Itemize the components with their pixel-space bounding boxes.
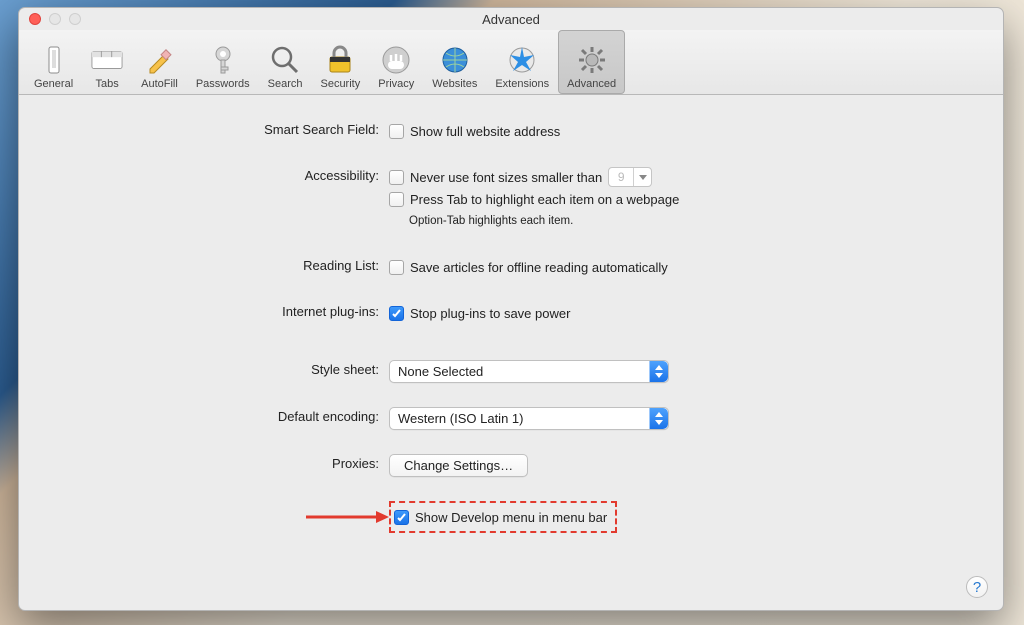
tab-advanced[interactable]: Advanced xyxy=(558,30,625,94)
label-plugins: Internet plug-ins: xyxy=(39,302,389,319)
tab-label: Security xyxy=(320,78,360,90)
min-font-stepper[interactable]: 9 xyxy=(608,167,652,187)
tab-autofill[interactable]: AutoFill xyxy=(132,30,187,94)
tab-label: Passwords xyxy=(196,78,250,90)
tab-general[interactable]: General xyxy=(25,30,82,94)
content: Smart Search Field: Show full website ad… xyxy=(19,95,1003,533)
titlebar: Advanced xyxy=(19,8,1003,30)
tab-extensions[interactable]: Extensions xyxy=(486,30,558,94)
annotation-arrow-icon xyxy=(301,509,391,525)
tab-privacy[interactable]: Privacy xyxy=(369,30,423,94)
label-proxies: Proxies: xyxy=(39,454,389,471)
label-stop-plugins: Stop plug-ins to save power xyxy=(410,306,570,321)
chevron-down-icon[interactable] xyxy=(633,168,651,186)
tabs-icon xyxy=(91,44,123,76)
label-min-font: Never use font sizes smaller than xyxy=(410,170,602,185)
note-option-tab: Option-Tab highlights each item. xyxy=(409,210,679,232)
tab-label: AutoFill xyxy=(141,78,178,90)
search-icon xyxy=(269,44,301,76)
checkbox-press-tab[interactable] xyxy=(389,192,404,207)
label-press-tab: Press Tab to highlight each item on a we… xyxy=(410,192,679,207)
tab-label: Advanced xyxy=(567,78,616,90)
label-reading-list: Reading List: xyxy=(39,256,389,273)
autofill-icon xyxy=(143,44,175,76)
tab-passwords[interactable]: Passwords xyxy=(187,30,259,94)
default-encoding-select[interactable]: Western (ISO Latin 1) xyxy=(389,407,669,430)
tab-search[interactable]: Search xyxy=(259,30,312,94)
checkbox-offline-reading[interactable] xyxy=(389,260,404,275)
tab-label: Search xyxy=(268,78,303,90)
select-arrows-icon xyxy=(649,361,668,382)
change-settings-label: Change Settings… xyxy=(404,458,513,473)
privacy-icon xyxy=(380,44,412,76)
general-icon xyxy=(38,44,70,76)
label-default-encoding: Default encoding: xyxy=(39,407,389,424)
tab-tabs[interactable]: Tabs xyxy=(82,30,132,94)
style-sheet-value: None Selected xyxy=(390,364,649,379)
change-settings-button[interactable]: Change Settings… xyxy=(389,454,528,477)
default-encoding-value: Western (ISO Latin 1) xyxy=(390,411,649,426)
select-arrows-icon xyxy=(649,408,668,429)
window-title: Advanced xyxy=(19,12,1003,27)
tab-label: Websites xyxy=(432,78,477,90)
security-icon xyxy=(324,44,356,76)
checkbox-stop-plugins[interactable] xyxy=(389,306,404,321)
tab-label: Extensions xyxy=(495,78,549,90)
min-font-value: 9 xyxy=(609,170,633,184)
tab-websites[interactable]: Websites xyxy=(423,30,486,94)
label-accessibility: Accessibility: xyxy=(39,166,389,183)
websites-icon xyxy=(439,44,471,76)
passwords-icon xyxy=(207,44,239,76)
label-smart-search: Smart Search Field: xyxy=(39,120,389,137)
tab-label: Privacy xyxy=(378,78,414,90)
help-button[interactable]: ? xyxy=(966,576,988,598)
label-style-sheet: Style sheet: xyxy=(39,360,389,377)
tab-label: General xyxy=(34,78,73,90)
extensions-icon xyxy=(506,44,538,76)
label-offline-reading: Save articles for offline reading automa… xyxy=(410,260,668,275)
checkbox-full-address[interactable] xyxy=(389,124,404,139)
label-develop-menu: Show Develop menu in menu bar xyxy=(415,510,607,525)
checkbox-develop-menu[interactable] xyxy=(394,510,409,525)
checkbox-min-font[interactable] xyxy=(389,170,404,185)
tab-security[interactable]: Security xyxy=(311,30,369,94)
advanced-icon xyxy=(576,44,608,76)
tab-label: Tabs xyxy=(96,78,119,90)
annotation-highlight: Show Develop menu in menu bar xyxy=(389,501,617,533)
label-full-address: Show full website address xyxy=(410,124,560,139)
toolbar: General Tabs AutoFill Passwords Search xyxy=(19,30,1003,95)
preferences-window: Advanced General Tabs AutoFill Passwords xyxy=(18,7,1004,611)
style-sheet-select[interactable]: None Selected xyxy=(389,360,669,383)
help-icon: ? xyxy=(973,579,981,596)
